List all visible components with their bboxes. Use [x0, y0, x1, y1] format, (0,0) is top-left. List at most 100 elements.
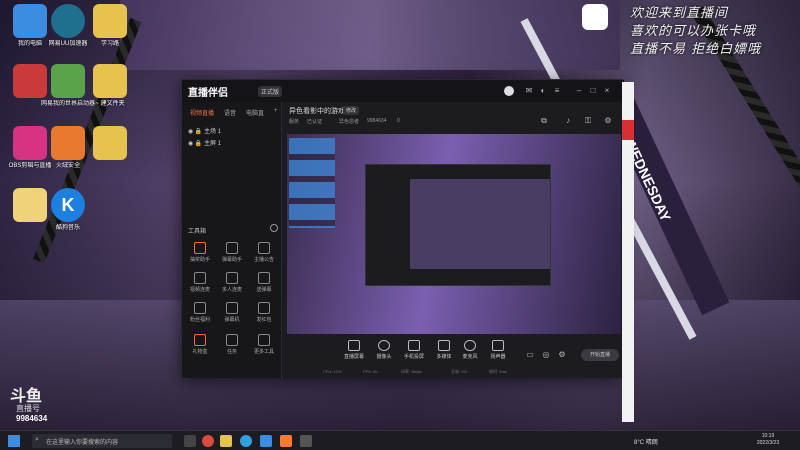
lock-icon[interactable]: ⚿	[583, 116, 593, 126]
message-icon[interactable]: ✉	[524, 86, 534, 96]
status-fps: FPS: 30	[363, 369, 378, 374]
tool-fans[interactable]: 粉丝福利	[186, 302, 214, 323]
gear-icon[interactable]: ⚙	[557, 350, 567, 360]
toolbox-settings-icon[interactable]	[270, 224, 278, 232]
video-link-icon	[194, 272, 206, 284]
start-live-button[interactable]: 开始直播	[581, 349, 619, 361]
speaker-button[interactable]: 扬声器	[483, 340, 513, 360]
folder-icon	[93, 126, 127, 160]
room-meta: 0	[397, 118, 400, 124]
store-icon[interactable]	[300, 435, 312, 447]
toolbox-title: 工具箱	[188, 229, 207, 235]
desktop-icon-label: 火绒安全	[55, 163, 80, 169]
source-phone-button[interactable]: 手机投屏	[399, 340, 429, 360]
douyu-app-icon[interactable]	[280, 435, 292, 447]
tool-multi-link[interactable]: 多人连麦	[218, 272, 246, 293]
task-view-icon[interactable]	[184, 435, 196, 447]
system-clock[interactable]: 10:19 2022/3/23	[746, 433, 790, 447]
tool-video-link[interactable]: 视频连麦	[186, 272, 214, 293]
tool-notice[interactable]: 主播公告	[250, 242, 278, 263]
file-explorer-icon[interactable]	[220, 435, 232, 447]
tool-label: 弹幕助手	[221, 257, 242, 263]
folder-icon	[93, 4, 127, 38]
source-camera-button[interactable]: 摄像头	[369, 340, 399, 360]
desktop-icon-label: 酷狗音乐	[55, 225, 80, 231]
desktop: 2022 - WEDNESDAY 我的电脑 网易UU加速器 学习路 网易我的世界…	[0, 0, 800, 450]
folder-icon	[93, 64, 127, 98]
red-tab	[622, 120, 634, 140]
source-label: 麦克风	[462, 354, 478, 360]
chrome-icon[interactable]	[202, 435, 214, 447]
tool-more[interactable]: 更多工具	[250, 334, 278, 355]
nested-preview-inner	[410, 179, 550, 269]
windows-icon[interactable]	[260, 435, 272, 447]
weather-widget[interactable]: 8°C 晴朗	[634, 437, 658, 446]
tool-label: 送弹幕	[256, 287, 272, 293]
room-meta: 服务	[289, 119, 300, 125]
source-label: 扬声器	[490, 354, 506, 360]
tab-pc[interactable]: 电脑直	[246, 108, 264, 117]
add-scene-icon[interactable]: +	[274, 108, 278, 114]
room-meta: 9984634	[367, 118, 387, 124]
send-icon	[258, 272, 270, 284]
scene-item[interactable]: ◉ 🔒 主场 1	[188, 126, 221, 135]
start-menu-icon[interactable]	[8, 435, 20, 447]
maximize-icon[interactable]: □	[588, 86, 598, 96]
scene-item[interactable]: ◉ 🔒 主屏 1	[188, 138, 221, 147]
tool-gift-box[interactable]: 礼物盒	[186, 334, 214, 355]
gift-icon	[194, 242, 206, 254]
tool-danmu-machine[interactable]: 弹幕机	[218, 302, 246, 323]
menu-icon[interactable]: ≡	[552, 86, 562, 96]
desktop-icon-folder-study[interactable]: 学习路	[82, 4, 138, 48]
tool-label: 粉丝福利	[189, 317, 210, 323]
edge-icon[interactable]	[240, 435, 252, 447]
task-icon	[226, 334, 238, 346]
app-main: 异色看影中的游戏 修改 服务 已认证 异色恩者 9984634 0 ⧉ ♪ ⚿ …	[283, 102, 623, 378]
room-meta: 异色恩者	[339, 119, 360, 125]
tool-red-packet[interactable]: 发红包	[250, 302, 278, 323]
tab-video-live[interactable]: 视频直播	[190, 108, 214, 117]
tool-danmu[interactable]: 弹幕助手	[218, 242, 246, 263]
tool-label: 任务	[226, 349, 237, 355]
search-placeholder: 在这里输入你要搜索的内容	[46, 440, 119, 446]
tool-label: 多人连麦	[221, 287, 242, 293]
taskbar-search-input[interactable]: 在这里输入你要搜索的内容 ⌕	[32, 434, 172, 448]
record-icon[interactable]: ▭	[525, 350, 535, 360]
app-version-badge: 正式版	[258, 86, 283, 97]
desktop-icon-folder[interactable]	[82, 126, 138, 160]
skin-icon[interactable]: ◐	[538, 86, 548, 96]
clock-time: 10:19	[761, 433, 775, 439]
desktop-icon-label: 学习路	[100, 41, 119, 47]
beauty-icon[interactable]: ◎	[541, 350, 551, 360]
microphone-button[interactable]: 麦克风	[455, 340, 485, 360]
room-edit-button[interactable]: 修改	[343, 106, 360, 115]
tool-task[interactable]: 任务	[218, 334, 246, 355]
app-brand: 直播伴侣	[188, 88, 228, 99]
tool-send-danmu[interactable]: 送弹幕	[250, 272, 278, 293]
screen-icon	[226, 302, 238, 314]
chat-icon	[226, 242, 238, 254]
desktop-icon-kugou[interactable]: K 酷狗音乐	[40, 188, 96, 232]
tab-voice[interactable]: 语音	[224, 108, 236, 117]
close-icon[interactable]: ×	[602, 86, 612, 96]
source-screen-button[interactable]: 直播屏幕	[339, 340, 369, 360]
desktop-icon-label: ~ 建文件夹	[95, 101, 125, 107]
streaming-app-window: 直播伴侣 正式版 ✉ ◐ ≡ – □ × 视频直播 语音 电脑直 + ◉ 🔒 主…	[181, 79, 624, 378]
desktop-icon-new-folder[interactable]: ~ 建文件夹	[82, 64, 138, 108]
scene-label: 主屏 1	[204, 141, 222, 147]
status-bitrate: 码率: 0kbps	[401, 369, 422, 374]
settings-icon[interactable]: ⚙	[603, 116, 613, 126]
avatar-icon[interactable]	[504, 86, 514, 96]
microphone-icon	[464, 340, 476, 351]
tool-label: 弹幕机	[224, 317, 240, 323]
tool-label: 视频连麦	[189, 287, 210, 293]
minimize-icon[interactable]: –	[574, 86, 584, 96]
tool-label: 礼物盒	[192, 349, 208, 355]
tool-lottery[interactable]: 抽奖助手	[186, 242, 214, 263]
notification-icon[interactable]: ♪	[563, 116, 573, 126]
partial-window-edge	[622, 82, 634, 422]
status-drop: 丢帧: 0%	[451, 369, 468, 374]
more-icon	[258, 334, 270, 346]
share-icon[interactable]: ⧉	[539, 116, 549, 126]
tool-label: 主播公告	[253, 257, 274, 263]
